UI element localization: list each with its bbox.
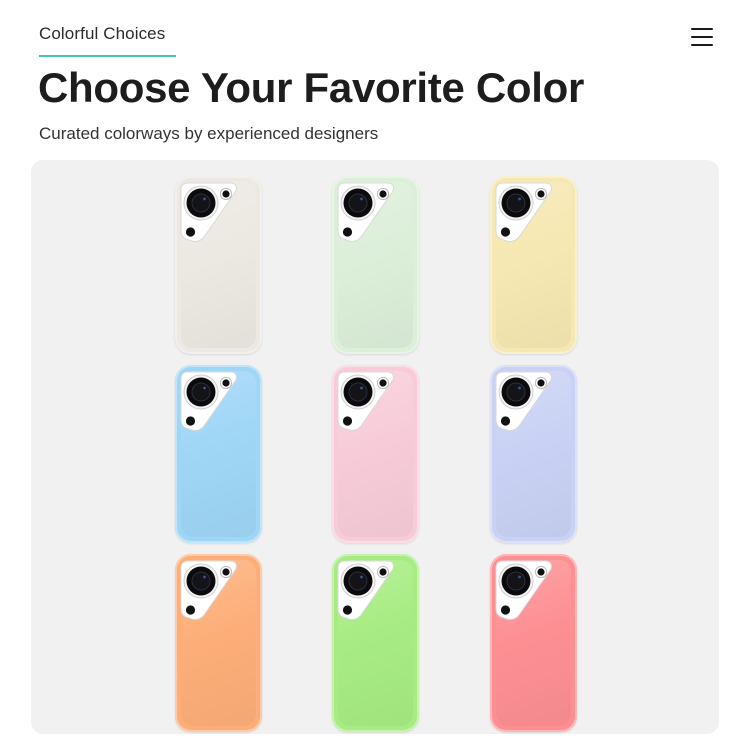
- menu-bar: [691, 44, 713, 47]
- phone-case-ivory[interactable]: [175, 176, 262, 354]
- menu-bar: [691, 28, 713, 31]
- phone-case-sky-blue[interactable]: [175, 365, 262, 543]
- phone-case-butter[interactable]: [490, 176, 577, 354]
- camera-module-icon: [337, 559, 395, 621]
- phone-case-lavender[interactable]: [490, 365, 577, 543]
- page-subtitle: Curated colorways by experienced designe…: [39, 124, 379, 143]
- eyebrow-label: Colorful Choices: [39, 24, 166, 43]
- camera-module-icon: [495, 559, 553, 621]
- menu-bar: [691, 36, 713, 39]
- camera-module-icon: [337, 370, 395, 432]
- camera-module-icon: [337, 181, 395, 243]
- phone-case-mint[interactable]: [332, 176, 419, 354]
- phone-case-lime[interactable]: [332, 554, 419, 732]
- hamburger-menu-icon[interactable]: [691, 28, 715, 48]
- camera-module-icon: [495, 181, 553, 243]
- camera-module-icon: [180, 370, 238, 432]
- phone-case-pink[interactable]: [332, 365, 419, 543]
- camera-module-icon: [495, 370, 553, 432]
- camera-module-icon: [180, 181, 238, 243]
- phone-case-orange[interactable]: [175, 554, 262, 732]
- header: Colorful Choices: [39, 24, 719, 64]
- camera-module-icon: [180, 559, 238, 621]
- eyebrow-underline: [39, 55, 176, 57]
- color-gallery: [31, 160, 719, 734]
- page-title: Choose Your Favorite Color: [38, 64, 585, 111]
- phone-case-coral[interactable]: [490, 554, 577, 732]
